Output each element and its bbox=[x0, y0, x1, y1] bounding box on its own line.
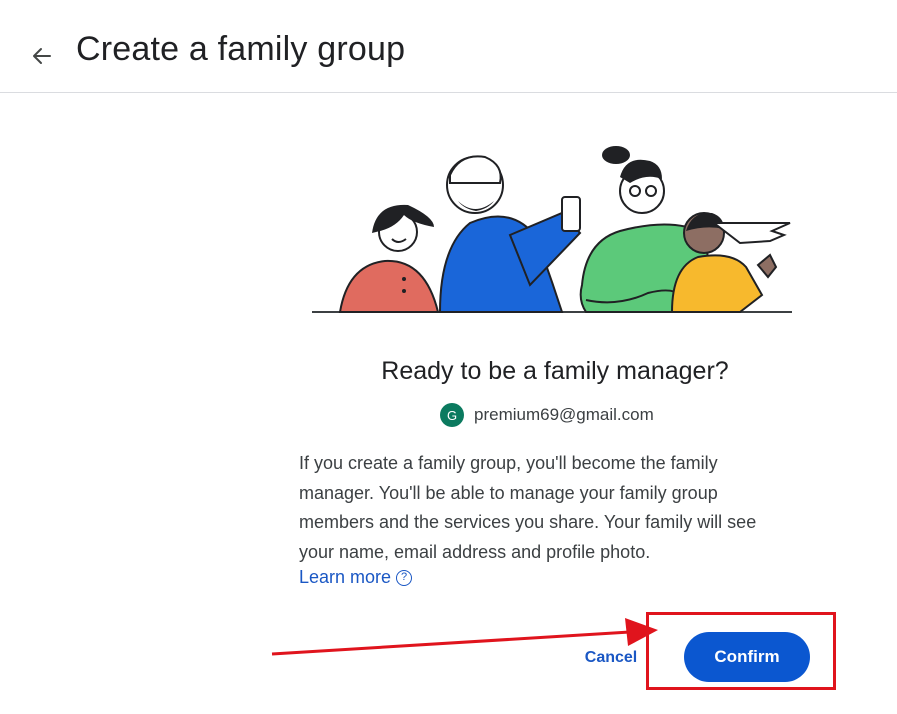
cancel-button[interactable]: Cancel bbox=[572, 640, 650, 676]
confirm-button[interactable]: Confirm bbox=[684, 632, 810, 682]
description-text: If you create a family group, you'll bec… bbox=[299, 453, 757, 562]
learn-more-link[interactable]: Learn more ? bbox=[299, 567, 413, 588]
account-chip: G premium69@gmail.com bbox=[440, 402, 654, 428]
headline: Ready to be a family manager? bbox=[381, 357, 729, 385]
create-family-group-page: Create a family group Ready to be a fami… bbox=[0, 0, 897, 714]
page-title: Create a family group bbox=[76, 30, 406, 68]
back-button[interactable] bbox=[26, 40, 58, 72]
learn-more-label: Learn more bbox=[299, 567, 392, 587]
arrow-back-icon bbox=[33, 48, 51, 64]
avatar: G bbox=[440, 403, 464, 427]
header-bar: Create a family group bbox=[0, 0, 897, 93]
family-illustration bbox=[312, 146, 792, 313]
account-email: premium69@gmail.com bbox=[474, 405, 654, 424]
help-icon: ? bbox=[396, 569, 413, 586]
